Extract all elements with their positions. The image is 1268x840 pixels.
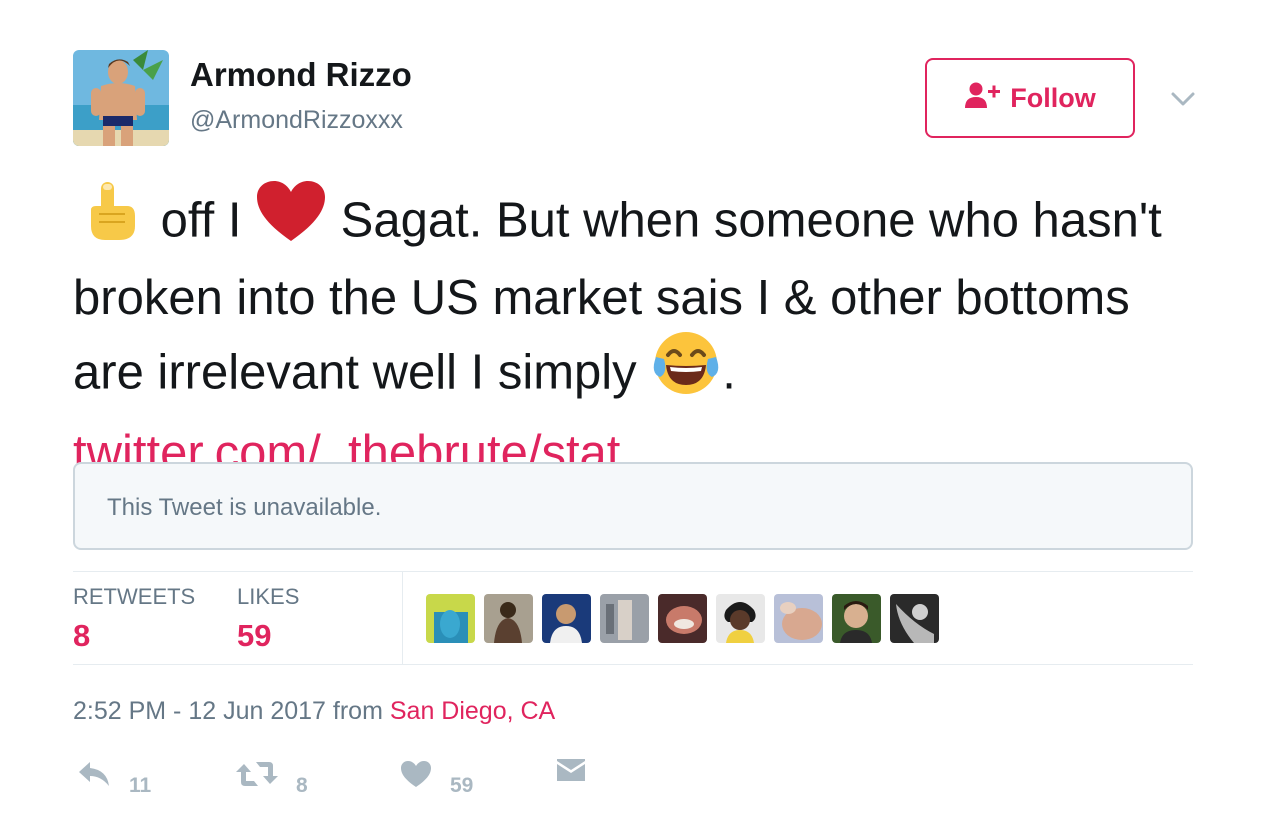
liker-avatar[interactable] <box>542 594 591 643</box>
stats-bottom-divider <box>73 664 1193 665</box>
from-label: from <box>332 697 383 725</box>
likes-label: LIKES <box>237 584 300 609</box>
add-user-icon <box>964 81 1002 116</box>
tweet-meta: 2:52 PM - 12 Jun 2017 from San Diego, CA <box>73 697 555 726</box>
retweets-stat[interactable]: RETWEETS 8 <box>73 584 195 654</box>
liker-avatar[interactable] <box>600 594 649 643</box>
follow-button[interactable]: Follow <box>925 58 1135 138</box>
pointing-up-emoji-icon <box>81 178 147 261</box>
like-button[interactable]: 59 <box>400 756 473 798</box>
quoted-tweet-box[interactable]: This Tweet is unavailable. <box>73 462 1193 550</box>
reply-icon <box>77 760 111 794</box>
liker-avatar[interactable] <box>716 594 765 643</box>
stats-top-divider <box>73 571 1193 572</box>
quoted-tweet-text: This Tweet is unavailable. <box>107 494 382 521</box>
chevron-down-icon[interactable] <box>1168 84 1198 114</box>
likes-count: 59 <box>237 618 272 653</box>
retweet-button[interactable]: 8 <box>236 756 308 798</box>
liker-avatar[interactable] <box>484 594 533 643</box>
envelope-icon <box>556 756 586 790</box>
heart-icon <box>400 760 432 794</box>
heart-emoji-icon <box>255 179 327 260</box>
direct-message-button[interactable] <box>556 756 586 790</box>
display-name[interactable]: Armond Rizzo <box>190 56 412 94</box>
tears-of-joy-emoji-icon <box>650 327 722 416</box>
liker-avatar[interactable] <box>658 594 707 643</box>
tweet-timestamp[interactable]: 2:52 PM - 12 Jun 2017 <box>73 697 326 725</box>
retweet-icon <box>236 760 278 794</box>
tweet-segment-1: off I <box>147 193 256 248</box>
retweet-count: 8 <box>296 774 308 797</box>
liker-avatar[interactable] <box>890 594 939 643</box>
liker-avatar[interactable] <box>426 594 475 643</box>
tweet-text: off I Sagat. But when someone who hasn't… <box>73 179 1213 486</box>
tweet-segment-3: . <box>722 345 736 400</box>
reply-button[interactable]: 11 <box>77 756 151 798</box>
tweet-location[interactable]: San Diego, CA <box>390 697 555 725</box>
liker-avatar[interactable] <box>832 594 881 643</box>
liker-avatar[interactable] <box>774 594 823 643</box>
retweets-count: 8 <box>73 618 91 653</box>
screen-name[interactable]: @ArmondRizzoxxx <box>190 106 403 135</box>
stats-vertical-divider <box>402 572 403 665</box>
avatar[interactable] <box>73 50 169 146</box>
likers-avatars <box>426 594 939 643</box>
like-count: 59 <box>450 774 474 797</box>
likes-stat[interactable]: LIKES 59 <box>237 584 299 654</box>
follow-label: Follow <box>1010 82 1096 113</box>
reply-count: 11 <box>129 774 152 797</box>
retweets-label: RETWEETS <box>73 584 196 609</box>
